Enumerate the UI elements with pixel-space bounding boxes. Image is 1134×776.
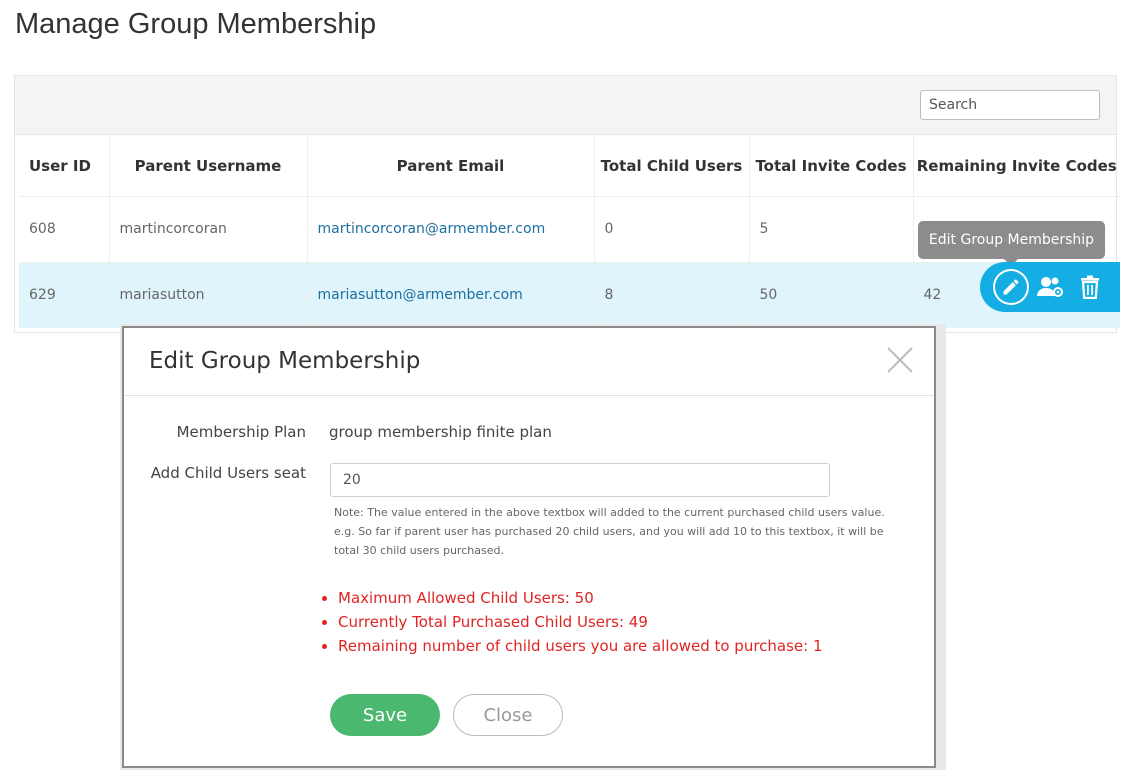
table-toolbar (15, 76, 1116, 135)
edit-button[interactable] (993, 269, 1029, 305)
delete-button[interactable] (1072, 269, 1108, 305)
child-users-seat-label: Add Child Users seat (150, 464, 306, 482)
cell-username: mariasutton (109, 261, 308, 328)
cell-email: mariasutton@armember.com (307, 261, 595, 328)
validation-message: Currently Total Purchased Child Users: 4… (320, 610, 823, 634)
cell-username: martincorcoran (109, 195, 308, 262)
row-action-bar (980, 262, 1120, 312)
col-header-total-child-users[interactable]: Total Child Users (594, 136, 750, 196)
membership-plan-value: group membership finite plan (329, 423, 552, 441)
col-header-remaining-invite-codes[interactable]: Remaining Invite Codes (913, 136, 1120, 196)
membership-plan-label: Membership Plan (176, 423, 306, 441)
email-link[interactable]: mariasutton@armember.com (318, 287, 523, 303)
close-button[interactable]: Close (453, 694, 563, 736)
page-title: Manage Group Membership (15, 8, 377, 40)
cell-email: martincorcoran@armember.com (307, 195, 595, 262)
cell-user-id: 629 (19, 261, 110, 328)
col-header-parent-username[interactable]: Parent Username (109, 136, 308, 196)
child-users-seat-input[interactable] (330, 463, 830, 497)
table-row: 629 mariasutton mariasutton@armember.com… (19, 261, 1120, 328)
manage-child-users-button[interactable] (1032, 269, 1068, 305)
edit-group-membership-dialog: Edit Group Membership Membership Plan gr… (122, 326, 936, 768)
col-header-parent-email[interactable]: Parent Email (307, 136, 595, 196)
close-icon[interactable] (886, 346, 914, 374)
modal-title: Edit Group Membership (149, 348, 421, 374)
users-icon (1037, 277, 1063, 297)
membership-table-panel: User ID Parent Username Parent Email Tot… (14, 75, 1120, 333)
cell-child-users-link[interactable]: 8 (594, 261, 750, 328)
help-note: Note: The value entered in the above tex… (334, 506, 885, 557)
save-button[interactable]: Save (330, 694, 440, 736)
cell-invite-codes: 50 (749, 261, 914, 328)
validation-message: Maximum Allowed Child Users: 50 (320, 586, 823, 610)
validation-messages: Maximum Allowed Child Users: 50 Currentl… (320, 586, 823, 658)
cell-child-users: 0 (594, 195, 750, 262)
trash-icon (1081, 275, 1099, 299)
validation-message: Remaining number of child users you are … (320, 634, 823, 658)
cell-user-id: 608 (19, 195, 110, 262)
edit-tooltip: Edit Group Membership (918, 221, 1105, 266)
cell-invite-codes: 5 (749, 195, 914, 262)
col-header-user-id[interactable]: User ID (19, 136, 110, 196)
col-header-total-invite-codes[interactable]: Total Invite Codes (749, 136, 914, 196)
modal-header: Edit Group Membership (124, 328, 934, 396)
search-input[interactable] (920, 90, 1100, 120)
pencil-icon (1003, 279, 1019, 295)
email-link[interactable]: martincorcoran@armember.com (318, 221, 546, 237)
